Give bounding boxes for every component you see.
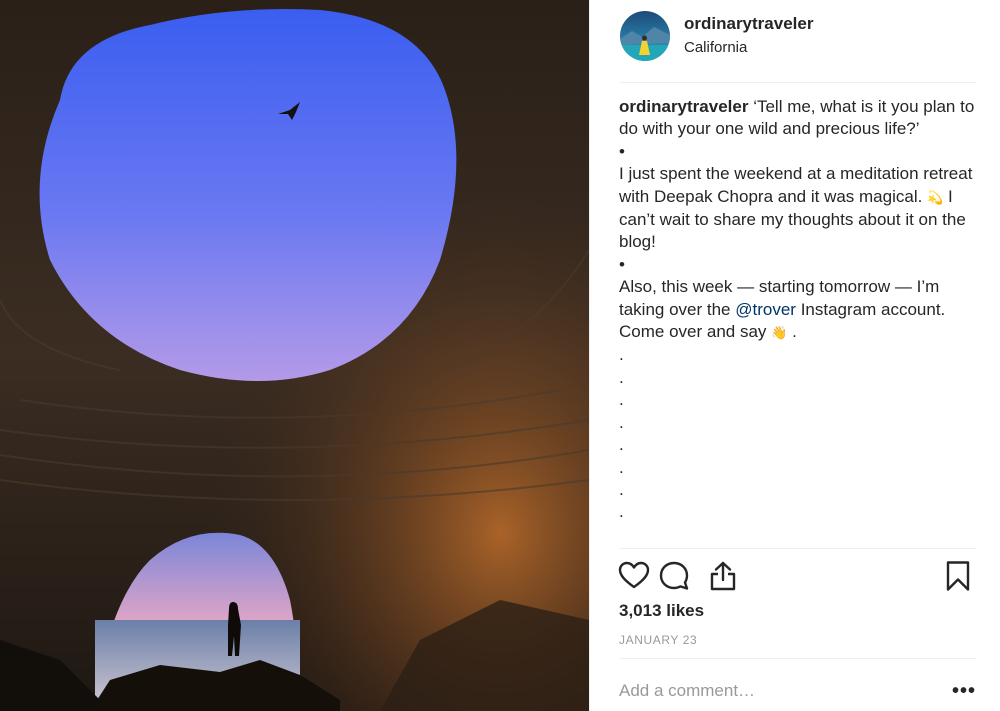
instagram-post: ordinarytraveler California ordinarytrav… xyxy=(0,0,1000,711)
post-details-panel: ordinarytraveler California ordinarytrav… xyxy=(589,0,1000,711)
post-actions xyxy=(618,560,976,594)
bookmark-icon xyxy=(946,561,970,591)
heart-icon xyxy=(618,561,650,589)
likes-count[interactable]: 3,013 likes xyxy=(619,601,704,621)
caption-username[interactable]: ordinarytraveler xyxy=(619,97,748,116)
caption-dot: . xyxy=(619,435,624,455)
caption-dot: . xyxy=(619,479,624,499)
caption-mention-link[interactable]: @trover xyxy=(735,300,796,319)
caption-dot: . xyxy=(619,412,624,432)
comment-button[interactable] xyxy=(658,560,690,592)
post-caption: ordinarytraveler ‘Tell me, what is it yo… xyxy=(619,96,979,524)
header-location[interactable]: California xyxy=(684,37,813,59)
caption-dot: . xyxy=(619,345,624,365)
avatar[interactable] xyxy=(620,11,670,61)
post-date[interactable]: JANUARY 23 xyxy=(619,633,697,647)
post-photo[interactable] xyxy=(0,0,589,711)
share-button[interactable] xyxy=(707,560,739,592)
like-button[interactable] xyxy=(618,560,650,592)
header-divider xyxy=(620,82,976,83)
caption-line3c: . xyxy=(792,322,797,342)
actions-divider xyxy=(620,548,976,549)
sparkle-emoji-icon: 💫 xyxy=(927,189,944,205)
caption-line2a: I just spent the weekend at a meditation… xyxy=(619,164,973,206)
comment-input[interactable] xyxy=(619,681,952,701)
caption-dot: . xyxy=(619,367,624,387)
caption-bullet-1: • xyxy=(619,141,625,161)
save-button[interactable] xyxy=(942,560,974,592)
caption-dot: . xyxy=(619,457,624,477)
caption-dot: . xyxy=(619,390,624,410)
header-username[interactable]: ordinarytraveler xyxy=(684,13,813,35)
post-header: ordinarytraveler California xyxy=(620,8,976,64)
comment-divider xyxy=(620,658,976,659)
comment-row: ••• xyxy=(619,672,976,710)
wave-emoji-icon: 👋 xyxy=(771,325,788,341)
cave-photo-image xyxy=(0,0,589,711)
caption-dot: . xyxy=(619,502,624,522)
caption-bullet-2: • xyxy=(619,254,625,274)
comment-bubble-icon xyxy=(659,561,689,590)
avatar-image xyxy=(620,11,670,61)
share-icon xyxy=(710,561,736,591)
more-options-icon[interactable]: ••• xyxy=(952,681,976,701)
